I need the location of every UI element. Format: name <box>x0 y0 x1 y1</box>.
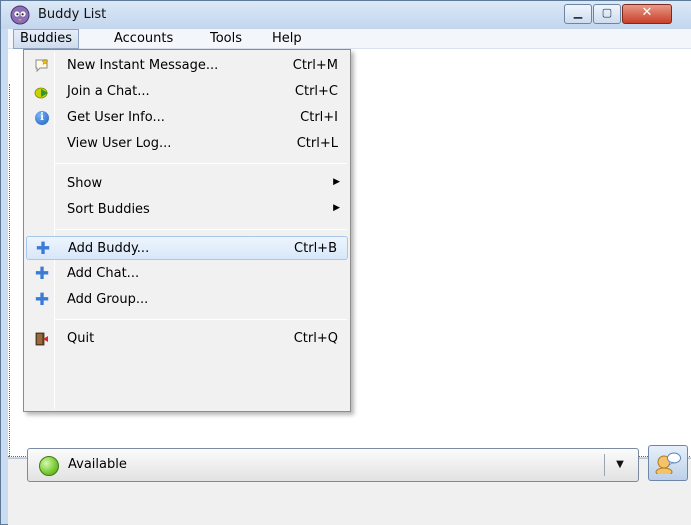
menu-item-show[interactable]: Show ▶ <box>26 172 348 196</box>
menu-item-add-buddy[interactable]: ✚ Add Buddy... Ctrl+B <box>26 236 348 260</box>
submenu-arrow-icon: ▶ <box>333 177 340 187</box>
menu-item-get-user-info[interactable]: i Get User Info... Ctrl+I <box>26 106 348 130</box>
menu-item-sort-buddies[interactable]: Sort Buddies ▶ <box>26 198 348 222</box>
title-bar[interactable]: Buddy List ▁ ▢ ✕ <box>1 1 691 29</box>
menu-item-label: Join a Chat... <box>67 84 150 99</box>
status-selector[interactable]: Available ▼ <box>27 448 639 482</box>
menu-item-label: Add Buddy... <box>68 241 150 256</box>
menu-separator <box>55 229 347 230</box>
menu-tools[interactable]: Tools <box>204 29 248 49</box>
menu-item-label: Sort Buddies <box>67 202 150 217</box>
status-label: Available <box>68 457 127 472</box>
buddy-list-border <box>9 84 10 456</box>
menu-item-new-instant-message[interactable]: New Instant Message... Ctrl+M <box>26 54 348 78</box>
join-chat-icon <box>34 87 48 99</box>
menu-item-join-a-chat[interactable]: Join a Chat... Ctrl+C <box>26 80 348 104</box>
submenu-arrow-icon: ▶ <box>333 203 340 213</box>
menu-item-view-user-log[interactable]: View User Log... Ctrl+L <box>26 132 348 156</box>
menu-item-add-group[interactable]: ✚ Add Group... <box>26 288 348 312</box>
minimize-button[interactable]: ▁ <box>564 4 592 24</box>
menu-item-label: Add Group... <box>67 292 149 307</box>
menu-accounts-label: Accounts <box>114 31 174 46</box>
menu-item-shortcut: Ctrl+L <box>296 136 338 151</box>
add-icon: ✚ <box>34 290 50 310</box>
menu-item-shortcut: Ctrl+Q <box>293 331 338 346</box>
menu-help-label: Help <box>272 31 302 46</box>
chevron-down-icon[interactable]: ▼ <box>612 457 628 473</box>
menu-item-label: Quit <box>67 331 95 346</box>
menu-item-label: Get User Info... <box>67 110 165 125</box>
close-icon: ✕ <box>641 5 653 20</box>
menu-item-label: View User Log... <box>67 136 172 151</box>
info-icon: i <box>35 111 49 125</box>
menu-tools-label: Tools <box>210 31 243 46</box>
status-divider <box>604 454 605 476</box>
menu-buddies[interactable]: Buddies <box>13 29 80 49</box>
menu-item-add-chat[interactable]: ✚ Add Chat... <box>26 262 348 286</box>
minimize-icon: ▁ <box>573 6 583 19</box>
menu-item-shortcut: Ctrl+M <box>292 58 338 73</box>
menu-item-label: Show <box>67 176 103 191</box>
maximize-button[interactable]: ▢ <box>593 4 621 24</box>
window-title: Buddy List <box>38 7 107 22</box>
menu-buddies-label: Buddies <box>20 31 73 46</box>
menu-separator <box>55 163 347 164</box>
new-message-icon <box>35 58 49 73</box>
menu-item-shortcut: Ctrl+C <box>294 84 338 99</box>
buddy-icon-button[interactable] <box>648 445 688 481</box>
maximize-icon: ▢ <box>601 6 613 19</box>
menu-item-label: New Instant Message... <box>67 58 219 73</box>
menu-item-label: Add Chat... <box>67 266 140 281</box>
close-button[interactable]: ✕ <box>622 4 672 24</box>
pidgin-icon <box>10 5 30 25</box>
menu-item-quit[interactable]: Quit Ctrl+Q <box>26 327 348 351</box>
menu-bar: Buddies Accounts Tools Help <box>8 29 691 49</box>
buddies-menu: New Instant Message... Ctrl+M Join a Cha… <box>23 49 351 412</box>
menu-item-shortcut: Ctrl+B <box>294 241 337 256</box>
add-icon: ✚ <box>34 264 50 284</box>
buddy-icon <box>655 452 681 474</box>
available-status-icon <box>39 456 59 476</box>
add-icon: ✚ <box>35 239 51 259</box>
menu-item-shortcut: Ctrl+I <box>300 110 338 125</box>
menu-accounts[interactable]: Accounts <box>108 29 179 49</box>
menu-separator <box>55 319 347 320</box>
quit-icon <box>35 332 48 346</box>
menu-help[interactable]: Help <box>266 29 308 49</box>
